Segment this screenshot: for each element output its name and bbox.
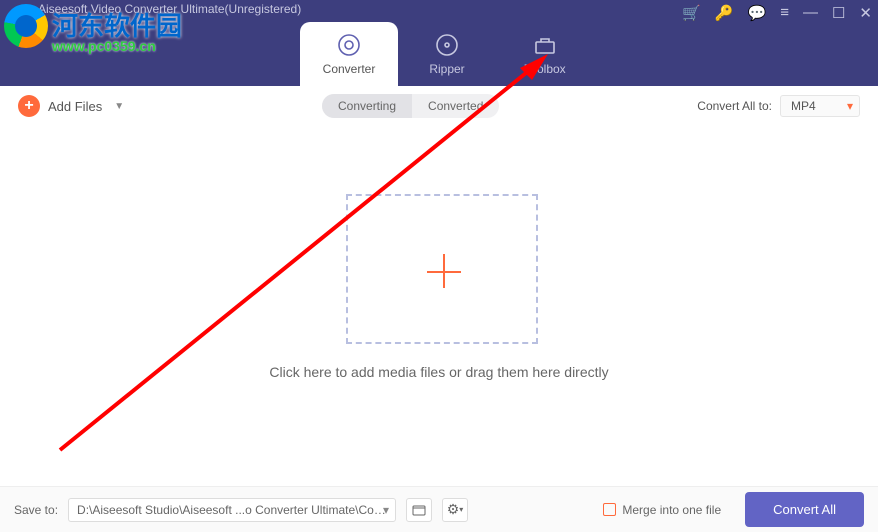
tab-label: Converter: [323, 62, 376, 76]
drop-hint-text: Click here to add media files or drag th…: [0, 364, 878, 380]
dropzone[interactable]: [346, 194, 538, 344]
app-logo-icon: [8, 6, 34, 32]
convert-all-button[interactable]: Convert All: [745, 492, 864, 527]
open-folder-button[interactable]: [406, 498, 432, 522]
main-tabs: Converter Ripper Toolbox: [300, 22, 594, 86]
folder-icon: [412, 504, 426, 516]
tab-ripper[interactable]: Ripper: [398, 22, 496, 86]
feedback-icon[interactable]: 💬: [748, 4, 767, 22]
app-window: Aiseesoft Video Converter Ultimate(Unreg…: [0, 0, 878, 532]
save-to-label: Save to:: [14, 503, 58, 517]
close-icon[interactable]: ✕: [859, 4, 872, 22]
save-path-select[interactable]: D:\Aiseesoft Studio\Aiseesoft ...o Conve…: [68, 498, 396, 522]
convert-all-to-label: Convert All to:: [697, 99, 772, 113]
segment-converted[interactable]: Converted: [412, 94, 499, 118]
format-select[interactable]: MP4: [780, 95, 860, 117]
main-content: Click here to add media files or drag th…: [0, 126, 878, 486]
header: Aiseesoft Video Converter Ultimate(Unreg…: [0, 0, 878, 86]
ripper-icon: [434, 32, 460, 58]
add-files-label: Add Files: [48, 99, 102, 114]
segment-converting[interactable]: Converting: [322, 94, 412, 118]
tab-converter[interactable]: Converter: [300, 22, 398, 86]
settings-button[interactable]: ⚙▾: [442, 498, 468, 522]
key-icon[interactable]: 🔑: [715, 4, 734, 22]
merge-label: Merge into one file: [622, 503, 721, 517]
tab-label: Toolbox: [524, 62, 565, 76]
add-files-button[interactable]: + Add Files ▼: [18, 95, 124, 117]
tab-label: Ripper: [429, 62, 464, 76]
menu-icon[interactable]: ≡: [780, 4, 789, 22]
maximize-icon[interactable]: ☐: [832, 4, 845, 22]
cart-icon[interactable]: 🛒: [682, 4, 701, 22]
toolbox-icon: [532, 32, 558, 58]
footer: Save to: D:\Aiseesoft Studio\Aiseesoft .…: [0, 486, 878, 532]
toolbar: + Add Files ▼ Converting Converted Conve…: [0, 86, 878, 126]
converter-icon: [336, 32, 362, 58]
add-plus-icon: [425, 252, 459, 286]
tab-toolbox[interactable]: Toolbox: [496, 22, 594, 86]
plus-icon: +: [18, 95, 40, 117]
convert-all-to: Convert All to: MP4: [697, 95, 860, 117]
merge-checkbox[interactable]: Merge into one file: [603, 503, 721, 517]
window-controls: 🛒 🔑 💬 ≡ — ☐ ✕: [682, 4, 872, 22]
chevron-down-icon: ▼: [114, 101, 124, 112]
checkbox-icon: [603, 503, 616, 516]
segment-control: Converting Converted: [322, 94, 499, 118]
minimize-icon[interactable]: —: [803, 4, 818, 22]
